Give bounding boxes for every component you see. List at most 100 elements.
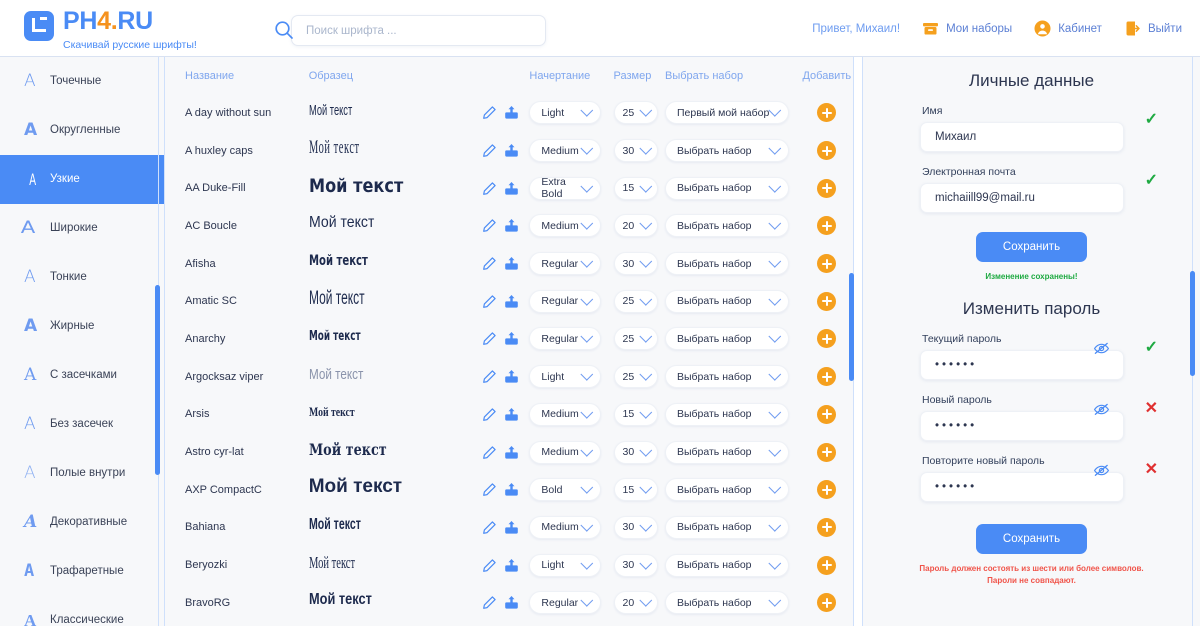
upload-icon[interactable] (504, 218, 519, 233)
sidebar-item-9[interactable]: A Декоративные (0, 498, 164, 547)
plus-circle-icon[interactable] (817, 404, 837, 424)
size-select[interactable]: 25 (613, 101, 658, 125)
plus-circle-icon[interactable] (817, 178, 837, 198)
eye-off-icon[interactable] (1093, 462, 1110, 479)
upload-icon[interactable] (504, 482, 519, 497)
weight-select[interactable]: Medium (529, 214, 602, 238)
upload-icon[interactable] (504, 369, 519, 384)
account-panel-scrollbar-thumb[interactable] (1190, 271, 1195, 376)
plus-circle-icon[interactable] (817, 291, 837, 311)
upload-icon[interactable] (504, 143, 519, 158)
sidebar-item-2[interactable]: A Узкие (0, 155, 164, 204)
nav-my-sets[interactable]: Мои наборы (922, 20, 1012, 37)
size-select[interactable]: 20 (613, 591, 658, 615)
pencil-icon[interactable] (482, 558, 497, 573)
upload-icon[interactable] (504, 294, 519, 309)
upload-icon[interactable] (504, 558, 519, 573)
weight-select[interactable]: Light (529, 101, 602, 125)
pencil-icon[interactable] (482, 369, 497, 384)
sidebar-item-6[interactable]: A С засечками (0, 351, 164, 400)
pencil-icon[interactable] (482, 218, 497, 233)
size-select[interactable]: 15 (613, 176, 658, 200)
set-select[interactable]: Выбрать набор (664, 289, 789, 313)
weight-select[interactable]: Light (529, 365, 602, 389)
pencil-icon[interactable] (482, 445, 497, 460)
weight-select[interactable]: Medium (529, 402, 602, 426)
plus-circle-icon[interactable] (817, 141, 837, 161)
pencil-icon[interactable] (482, 294, 497, 309)
sidebar-item-4[interactable]: A Тонкие (0, 253, 164, 302)
weight-select[interactable]: Medium (529, 440, 602, 464)
sidebar-item-5[interactable]: A Жирные (0, 302, 164, 351)
upload-icon[interactable] (504, 445, 519, 460)
set-select[interactable]: Выбрать набор (664, 402, 789, 426)
set-select[interactable]: Выбрать набор (664, 252, 789, 276)
set-select[interactable]: Выбрать набор (664, 553, 789, 577)
search-input[interactable] (291, 15, 546, 46)
pencil-icon[interactable] (482, 482, 497, 497)
weight-select[interactable]: Regular (529, 289, 602, 313)
weight-select[interactable]: Medium (529, 139, 602, 163)
set-select[interactable]: Выбрать набор (664, 139, 789, 163)
pencil-icon[interactable] (482, 256, 497, 271)
eye-off-icon[interactable] (1093, 340, 1110, 357)
upload-icon[interactable] (504, 595, 519, 610)
set-select[interactable]: Выбрать набор (664, 365, 789, 389)
sidebar-item-10[interactable]: A Трафаретные (0, 547, 164, 596)
weight-select[interactable]: Regular (529, 591, 602, 615)
plus-circle-icon[interactable] (817, 593, 837, 613)
plus-circle-icon[interactable] (817, 367, 837, 387)
sidebar-item-7[interactable]: A Без засечек (0, 400, 164, 449)
pencil-icon[interactable] (482, 105, 497, 120)
set-select[interactable]: Выбрать набор (664, 176, 789, 200)
save-personal-button[interactable]: Сохранить (976, 232, 1087, 262)
size-select[interactable]: 25 (613, 289, 658, 313)
weight-select[interactable]: Light (529, 553, 602, 577)
site-logo[interactable]: PH4.RU Скачивай русские шрифты! (24, 9, 197, 51)
set-select[interactable]: Выбрать набор (664, 478, 789, 502)
upload-icon[interactable] (504, 407, 519, 422)
size-select[interactable]: 25 (613, 327, 658, 351)
upload-icon[interactable] (504, 181, 519, 196)
size-select[interactable]: 30 (613, 440, 658, 464)
weight-select[interactable]: Medium (529, 515, 602, 539)
size-select[interactable]: 25 (613, 365, 658, 389)
save-password-button[interactable]: Сохранить (976, 524, 1087, 554)
set-select[interactable]: Выбрать набор (664, 440, 789, 464)
pencil-icon[interactable] (482, 143, 497, 158)
weight-select[interactable]: Regular (529, 327, 602, 351)
search-box[interactable] (291, 15, 546, 46)
sidebar-item-0[interactable]: A Точечные (0, 57, 164, 106)
set-select[interactable]: Первый мой набор (664, 101, 789, 125)
search-icon[interactable] (272, 18, 296, 42)
name-input[interactable] (920, 122, 1124, 152)
plus-circle-icon[interactable] (817, 555, 837, 575)
set-select[interactable]: Выбрать набор (664, 327, 789, 351)
upload-icon[interactable] (504, 331, 519, 346)
size-select[interactable]: 30 (613, 252, 658, 276)
upload-icon[interactable] (504, 105, 519, 120)
plus-circle-icon[interactable] (817, 103, 837, 123)
upload-icon[interactable] (504, 256, 519, 271)
weight-select[interactable]: Regular (529, 252, 602, 276)
size-select[interactable]: 30 (613, 553, 658, 577)
pencil-icon[interactable] (482, 595, 497, 610)
pencil-icon[interactable] (482, 181, 497, 196)
set-select[interactable]: Выбрать набор (664, 214, 789, 238)
plus-circle-icon[interactable] (817, 254, 837, 274)
weight-select[interactable]: Extra Bold (529, 176, 602, 200)
set-select[interactable]: Выбрать набор (664, 591, 789, 615)
sidebar-item-8[interactable]: A Полые внутри (0, 449, 164, 498)
plus-circle-icon[interactable] (817, 480, 837, 500)
sidebar-scrollbar-thumb[interactable] (155, 285, 160, 475)
sidebar-item-11[interactable]: A Классические (0, 596, 164, 626)
plus-circle-icon[interactable] (817, 517, 837, 537)
pencil-icon[interactable] (482, 520, 497, 535)
plus-circle-icon[interactable] (817, 442, 837, 462)
size-select[interactable]: 15 (613, 402, 658, 426)
sidebar-item-1[interactable]: A Округленные (0, 106, 164, 155)
category-sidebar[interactable]: A Точечные A Округленные A Узкие A Широкие A Тонк… (0, 57, 164, 626)
set-select[interactable]: Выбрать набор (664, 515, 789, 539)
font-table-scrollbar-thumb[interactable] (849, 273, 854, 381)
nav-cabinet[interactable]: Кабинет (1034, 20, 1102, 37)
